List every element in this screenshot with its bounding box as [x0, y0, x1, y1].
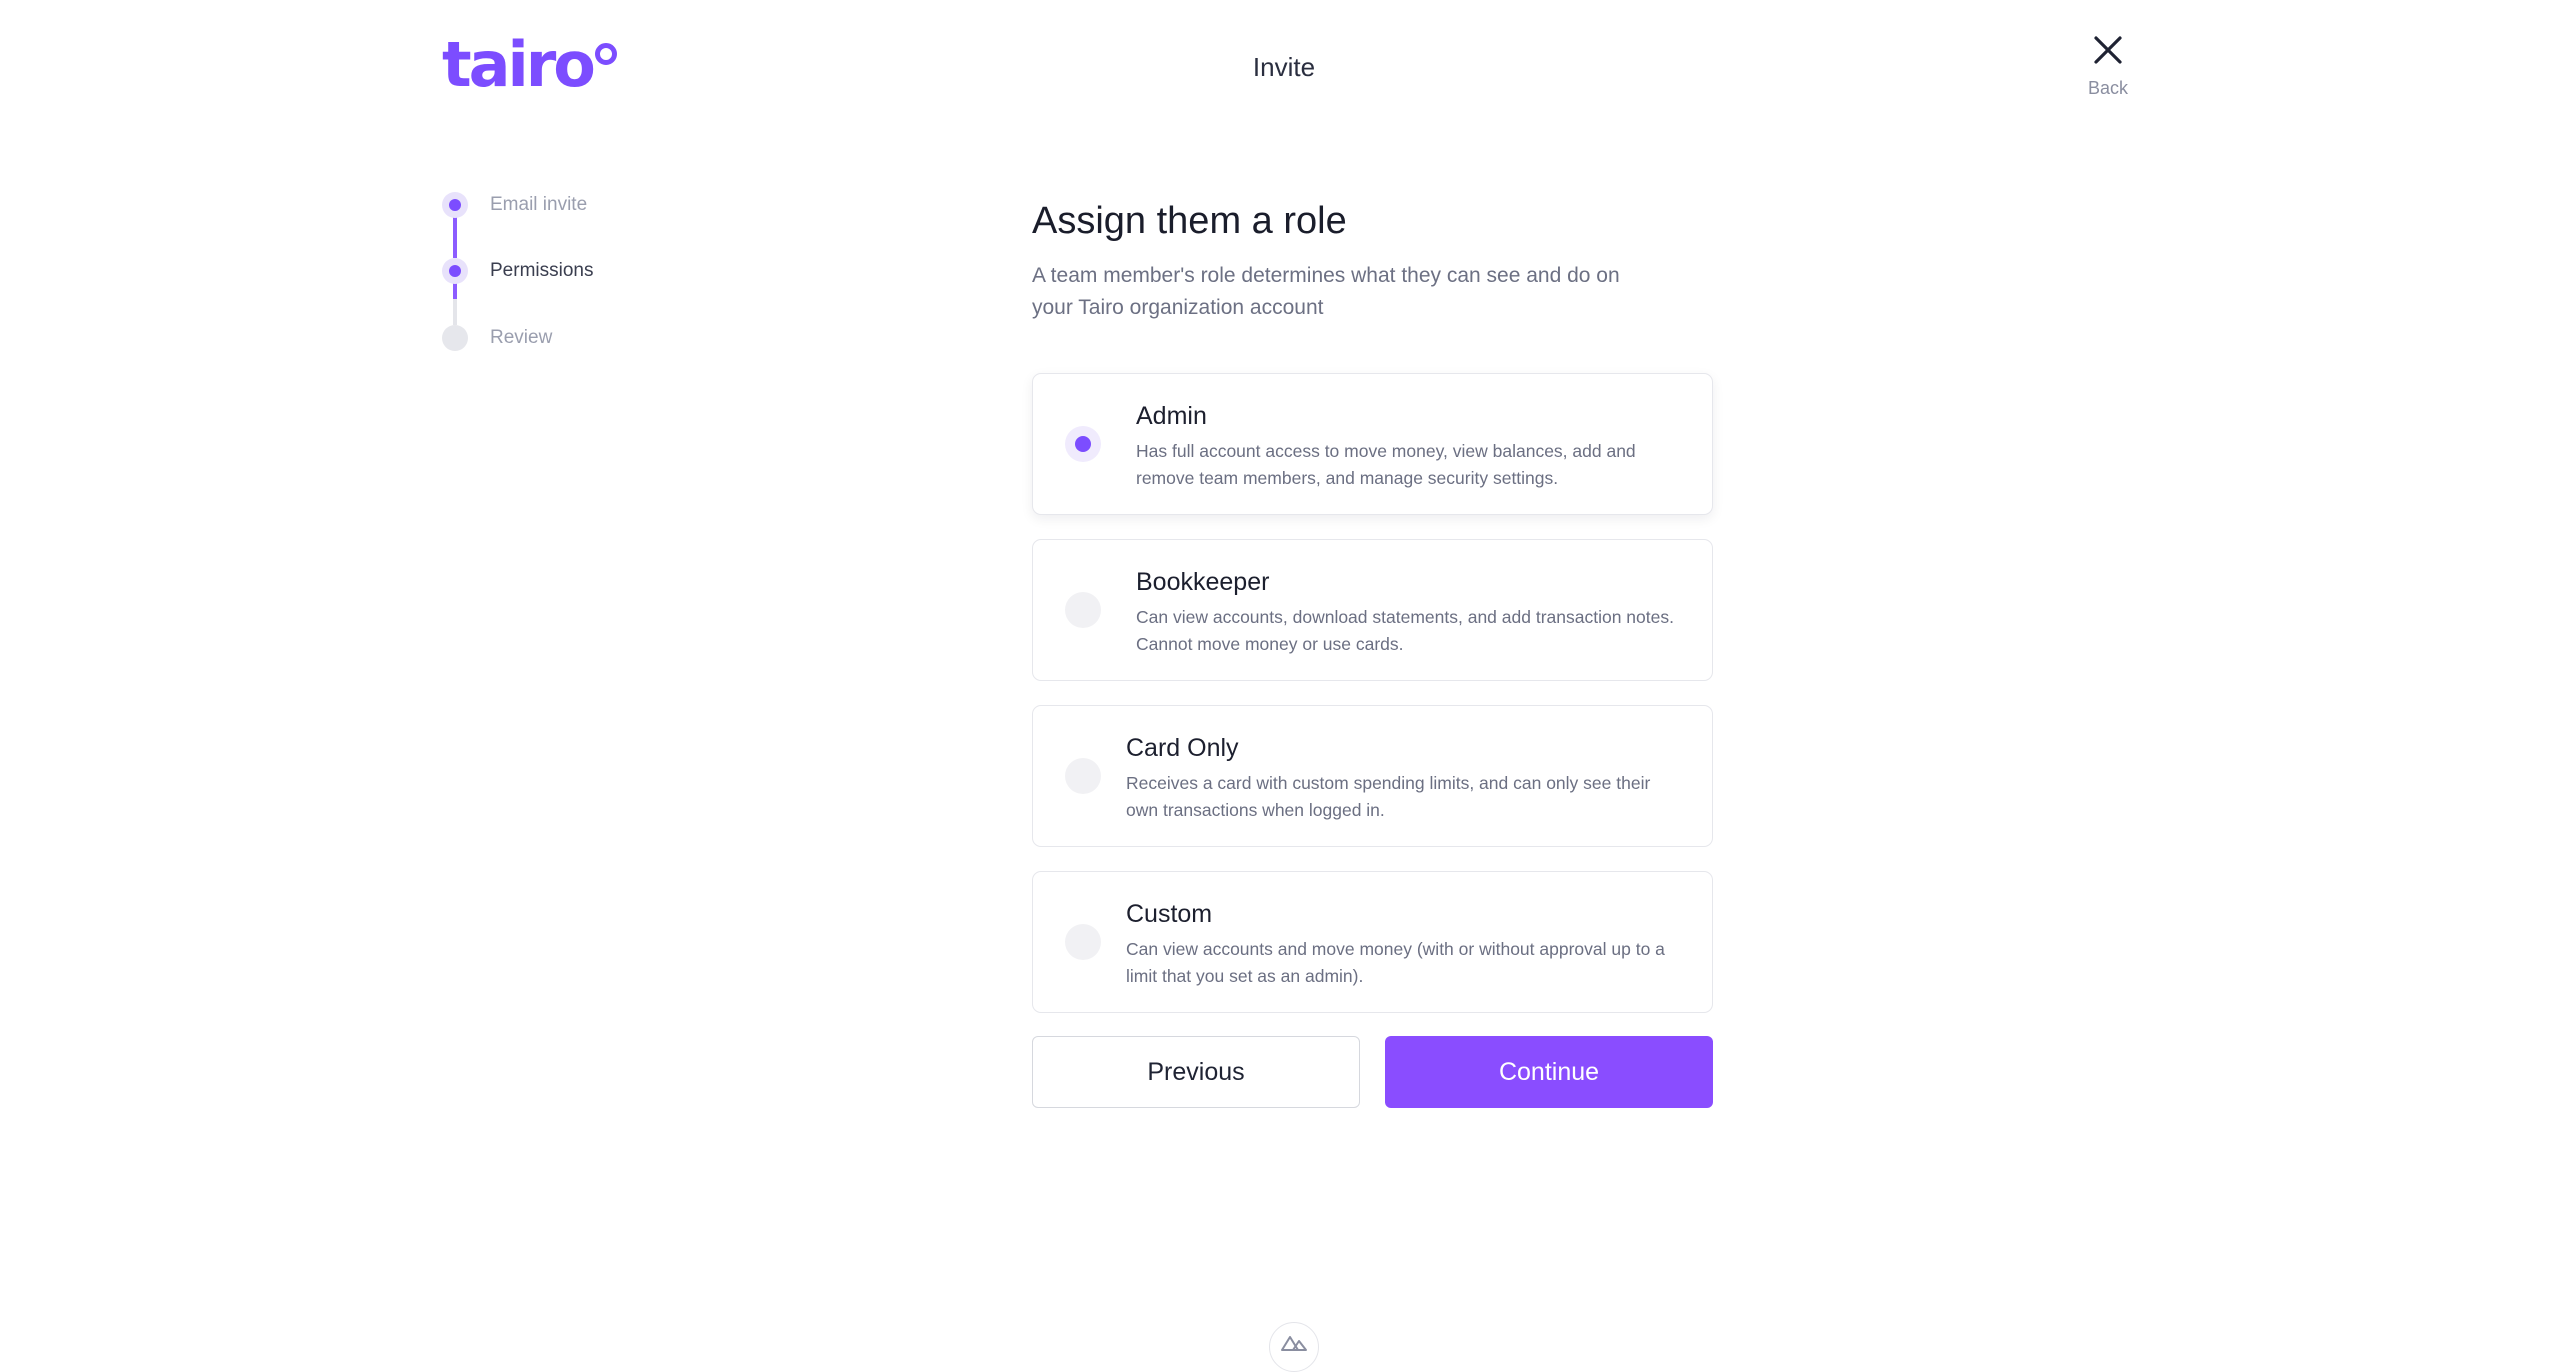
role-options-list: Admin Has full account access to move mo… — [1032, 373, 1713, 1037]
step-email-invite[interactable]: Email invite — [442, 192, 587, 218]
continue-button[interactable]: Continue — [1385, 1036, 1713, 1108]
role-option-custom[interactable]: Custom Can view accounts and move money … — [1032, 871, 1713, 1013]
role-name: Admin — [1136, 402, 1207, 430]
role-option-bookkeeper[interactable]: Bookkeeper Can view accounts, download s… — [1032, 539, 1713, 681]
role-section-header: Assign them a role A team member's role … — [1032, 196, 1714, 324]
page-title: Assign them a role — [1032, 200, 1347, 242]
role-description: Has full account access to move money, v… — [1136, 441, 1636, 488]
back-button[interactable]: Back — [2068, 30, 2148, 110]
step-label: Permissions — [490, 260, 594, 281]
back-label: Back — [2087, 78, 2129, 98]
tairo-logo[interactable]: tairo — [442, 34, 617, 96]
previous-button[interactable]: Previous — [1032, 1036, 1360, 1108]
step-marker-done — [442, 192, 468, 218]
form-actions: Previous Continue — [1032, 1036, 1713, 1110]
role-option-text: Bookkeeper Can view accounts, download s… — [1136, 566, 1696, 658]
radio-dot-icon — [1075, 436, 1091, 452]
role-description: Can view accounts and move money (with o… — [1126, 939, 1665, 986]
step-label: Review — [490, 327, 553, 348]
stepper-connector-pending — [453, 299, 457, 325]
radio-button[interactable] — [1065, 758, 1101, 794]
page-subtitle: A team member's role determines what the… — [1032, 264, 1620, 319]
role-description: Can view accounts, download statements, … — [1136, 607, 1674, 654]
step-marker-current — [442, 258, 468, 284]
role-name: Card Only — [1126, 734, 1239, 762]
progress-stepper: Email invite Permissions Review — [442, 192, 742, 362]
role-name: Custom — [1126, 900, 1213, 928]
page-header-title: Invite — [1252, 52, 1316, 82]
stepper-connector-complete — [453, 216, 457, 258]
role-option-text: Admin Has full account access to move mo… — [1136, 400, 1696, 492]
role-option-text: Card Only Receives a card with custom sp… — [1126, 732, 1686, 824]
invite-page: tairo Invite Back Email invite Permissio… — [0, 0, 2561, 1372]
step-marker-upcoming — [442, 325, 468, 351]
radio-button[interactable] — [1065, 924, 1101, 960]
role-name: Bookkeeper — [1136, 568, 1270, 596]
radio-button-selected[interactable] — [1065, 426, 1101, 462]
role-option-card-only[interactable]: Card Only Receives a card with custom sp… — [1032, 705, 1713, 847]
step-permissions[interactable]: Permissions — [442, 258, 593, 284]
logo-text: tairo — [442, 28, 596, 101]
role-description: Receives a card with custom spending lim… — [1126, 773, 1651, 820]
radio-button[interactable] — [1065, 592, 1101, 628]
nuxt-devtools-button[interactable] — [1269, 1322, 1319, 1372]
nuxt-logo-icon — [1281, 1336, 1307, 1351]
role-option-text: Custom Can view accounts and move money … — [1126, 898, 1686, 990]
role-option-admin[interactable]: Admin Has full account access to move mo… — [1032, 373, 1713, 515]
step-label: Email invite — [490, 194, 588, 215]
close-icon — [2094, 36, 2122, 64]
step-review[interactable]: Review — [442, 325, 552, 351]
logo-accent-icon — [594, 43, 617, 65]
stepper-connector-partial — [453, 283, 457, 299]
